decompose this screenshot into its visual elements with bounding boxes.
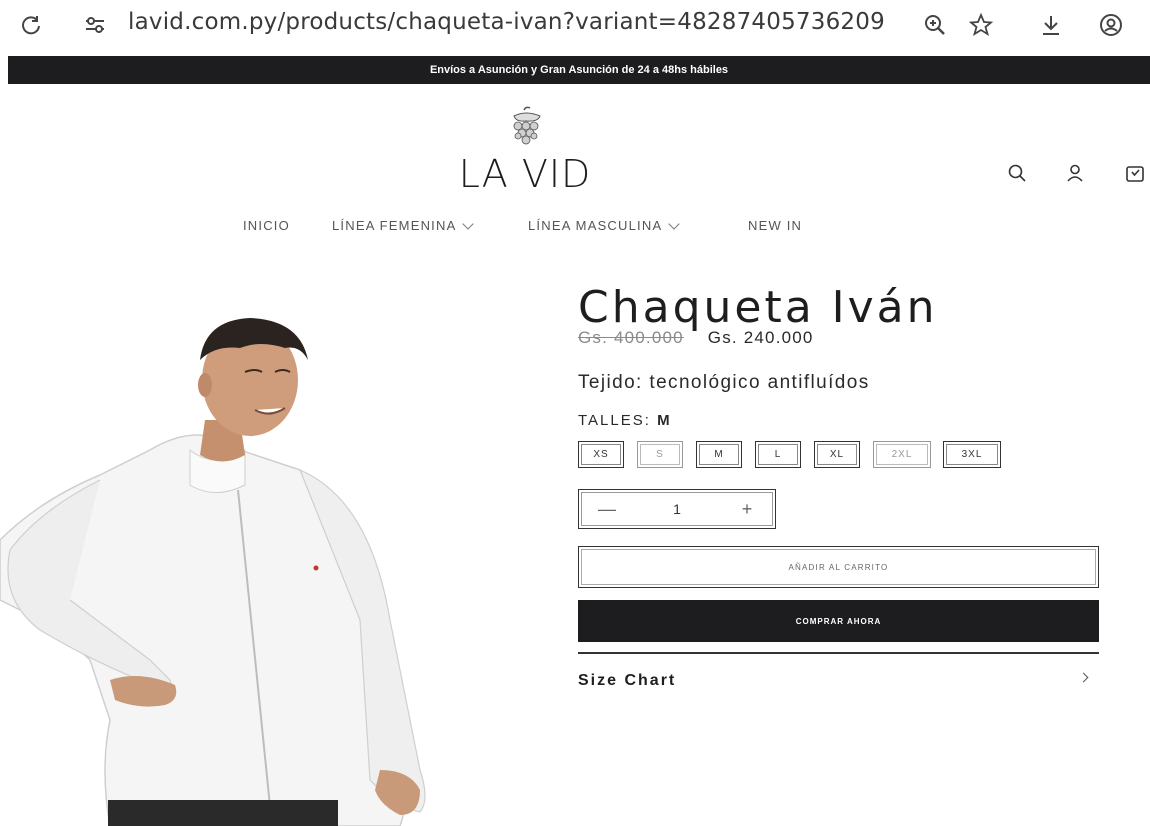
address-bar-url[interactable]: lavid.com.py/products/chaqueta-ivan?vari… xyxy=(128,9,885,35)
price-row: Gs. 400.000 Gs. 240.000 xyxy=(578,328,814,348)
quantity-increase-button[interactable]: + xyxy=(722,493,772,525)
size-option-label: M xyxy=(699,444,739,465)
size-option-label: XL xyxy=(817,444,857,465)
browser-toolbar: lavid.com.py/products/chaqueta-ivan?vari… xyxy=(0,0,1150,54)
search-icon[interactable] xyxy=(1000,156,1034,190)
size-label-text: TALLES: xyxy=(578,412,651,429)
cart-icon[interactable] xyxy=(1118,156,1150,190)
main-navigation: INICIO LÍNEA FEMENINA LÍNEA MASCULINA NE… xyxy=(0,217,1150,240)
nav-item-label: LÍNEA FEMENINA xyxy=(332,218,457,233)
nav-item-label: LÍNEA MASCULINA xyxy=(528,218,663,233)
logo-grapes-icon[interactable] xyxy=(500,104,552,156)
nav-item-new-in[interactable]: NEW IN xyxy=(748,218,802,233)
size-option-label: XS xyxy=(581,444,621,465)
nav-item-linea-femenina[interactable]: LÍNEA FEMENINA xyxy=(332,217,475,233)
product-image[interactable] xyxy=(0,300,460,826)
size-option-label: L xyxy=(758,444,798,465)
size-option-3xl[interactable]: 3XL xyxy=(943,441,1001,468)
nav-item-label: NEW IN xyxy=(748,218,803,233)
chevron-down-icon xyxy=(462,217,475,230)
divider xyxy=(578,652,1099,654)
nav-item-linea-masculina[interactable]: LÍNEA MASCULINA xyxy=(528,217,680,233)
size-option-label: S xyxy=(640,444,680,465)
chevron-down-icon xyxy=(668,217,680,230)
size-option-2xl[interactable]: 2XL xyxy=(873,441,931,468)
quantity-stepper: — 1 + xyxy=(578,489,776,529)
account-icon[interactable] xyxy=(1058,156,1092,190)
announcement-bar: Envíos a Asunción y Gran Asunción de 24 … xyxy=(8,56,1150,84)
size-option-s[interactable]: S xyxy=(637,441,683,468)
reload-icon[interactable] xyxy=(16,10,46,40)
add-to-cart-button[interactable]: AÑADIR AL CARRITO xyxy=(578,546,1099,588)
site-info-icon[interactable] xyxy=(80,10,110,40)
nav-item-inicio[interactable]: INICIO xyxy=(243,218,290,233)
size-chart-accordion[interactable]: Size Chart xyxy=(578,668,1099,694)
quantity-input[interactable]: 1 xyxy=(632,493,722,525)
size-option-xs[interactable]: XS xyxy=(578,441,624,468)
size-option-m[interactable]: M xyxy=(696,441,742,468)
size-option-label: 3XL xyxy=(946,444,998,465)
nav-item-label: INICIO xyxy=(243,218,290,233)
size-option-xl[interactable]: XL xyxy=(814,441,860,468)
bookmark-star-icon[interactable] xyxy=(966,10,996,40)
logo-text[interactable]: LA VID xyxy=(420,152,630,196)
price-sale: Gs. 240.000 xyxy=(707,328,814,347)
download-icon[interactable] xyxy=(1036,10,1066,40)
profile-icon[interactable] xyxy=(1096,10,1126,40)
quantity-decrease-button[interactable]: — xyxy=(582,493,632,525)
buy-now-button[interactable]: COMPRAR AHORA xyxy=(578,600,1099,642)
quantity-stepper-inner: — 1 + xyxy=(581,492,773,526)
size-selected: M xyxy=(657,412,672,429)
product-fabric: Tejido: tecnológico antifluídos xyxy=(578,372,870,393)
add-to-cart-label: AÑADIR AL CARRITO xyxy=(581,549,1096,585)
chevron-right-icon xyxy=(1078,672,1089,683)
size-label: TALLES: M xyxy=(578,412,672,429)
zoom-icon[interactable] xyxy=(920,10,950,40)
price-original: Gs. 400.000 xyxy=(578,328,684,347)
size-chart-label: Size Chart xyxy=(578,672,677,689)
size-option-l[interactable]: L xyxy=(755,441,801,468)
size-option-label: 2XL xyxy=(876,444,928,465)
product-title: Chaqueta Iván xyxy=(578,282,938,333)
